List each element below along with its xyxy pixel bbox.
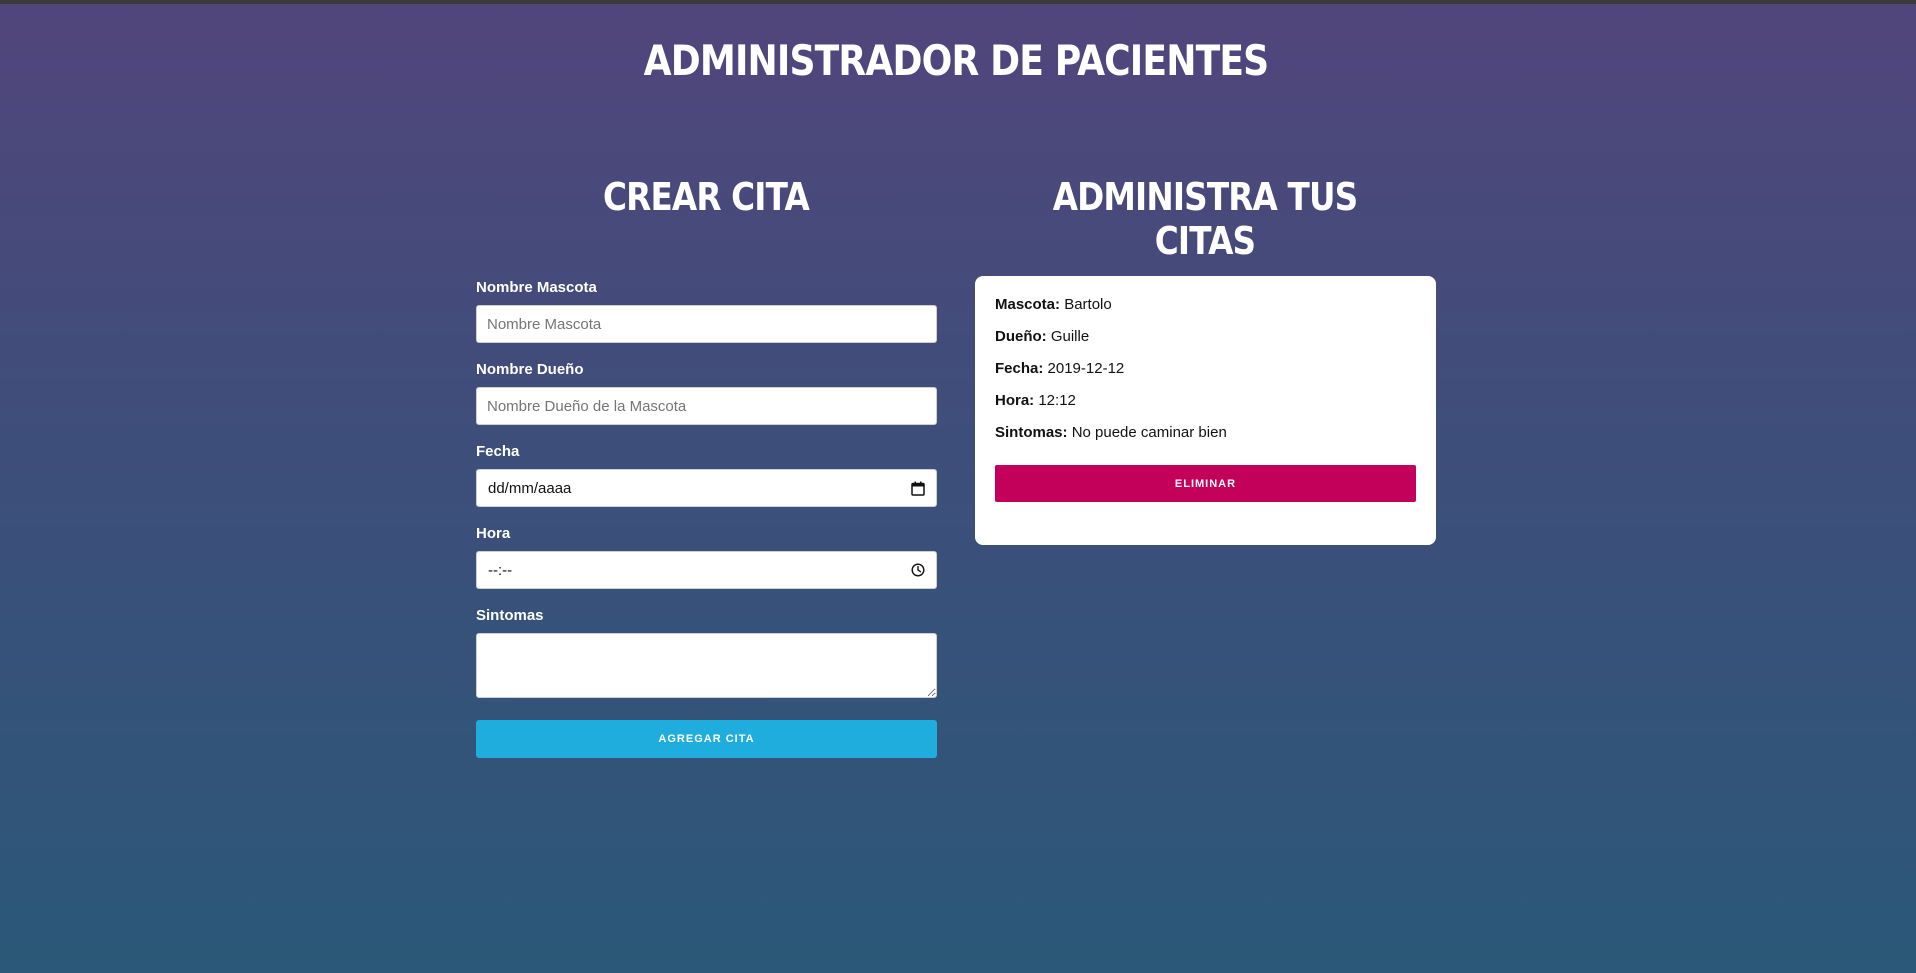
time-value: 12:12	[1038, 392, 1076, 409]
appointment-pet: Mascota: Bartolo	[995, 294, 1416, 315]
add-appointment-button[interactable]: AGREGAR CITA	[476, 720, 937, 758]
pet-value: Bartolo	[1064, 296, 1112, 313]
owner-name-input[interactable]	[476, 387, 937, 425]
pet-name-label: Nombre Mascota	[476, 279, 597, 296]
date-label: Fecha	[476, 443, 520, 460]
date-value: 2019-12-12	[1047, 360, 1125, 377]
time-key: Hora:	[995, 392, 1035, 409]
appointment-date: Fecha: 2019-12-12	[995, 358, 1416, 379]
clock-icon[interactable]	[911, 563, 925, 577]
owner-name-label: Nombre Dueño	[476, 361, 584, 378]
pet-key: Mascota:	[995, 296, 1061, 313]
date-input-value: dd/mm/aaaa	[488, 479, 572, 497]
delete-appointment-button[interactable]: ELIMINAR	[995, 465, 1416, 502]
time-input[interactable]: --:--	[476, 551, 937, 589]
owner-value: Guille	[1050, 328, 1090, 345]
appointment-form: Nombre Mascota Nombre Dueño Fecha dd/mm/…	[476, 277, 937, 758]
symptoms-textarea[interactable]	[476, 633, 937, 698]
owner-key: Dueño:	[995, 328, 1047, 345]
pet-name-input[interactable]	[476, 305, 937, 343]
symptoms-value: No puede caminar bien	[1071, 424, 1227, 441]
time-label: Hora	[476, 525, 511, 542]
appointment-symptoms: Sintomas: No puede caminar bien	[995, 422, 1416, 443]
app-title: ADMINISTRADOR DE PACIENTES	[643, 36, 1270, 85]
symptoms-label: Sintomas	[476, 607, 544, 624]
window-top-border	[0, 0, 1916, 4]
symptoms-key: Sintomas:	[995, 424, 1068, 441]
calendar-icon[interactable]	[911, 481, 925, 496]
create-appointment-heading: CREAR CITA	[603, 175, 810, 219]
date-key: Fecha:	[995, 360, 1044, 377]
time-input-value: --:--	[488, 561, 513, 579]
appointment-time: Hora: 12:12	[995, 390, 1416, 411]
appointment-card: Mascota: Bartolo Dueño: Guille Fecha: 20…	[975, 276, 1436, 545]
appointment-owner: Dueño: Guille	[995, 326, 1416, 347]
date-input[interactable]: dd/mm/aaaa	[476, 469, 937, 507]
manage-appointments-heading: ADMINISTRA TUS CITAS	[1052, 175, 1358, 263]
